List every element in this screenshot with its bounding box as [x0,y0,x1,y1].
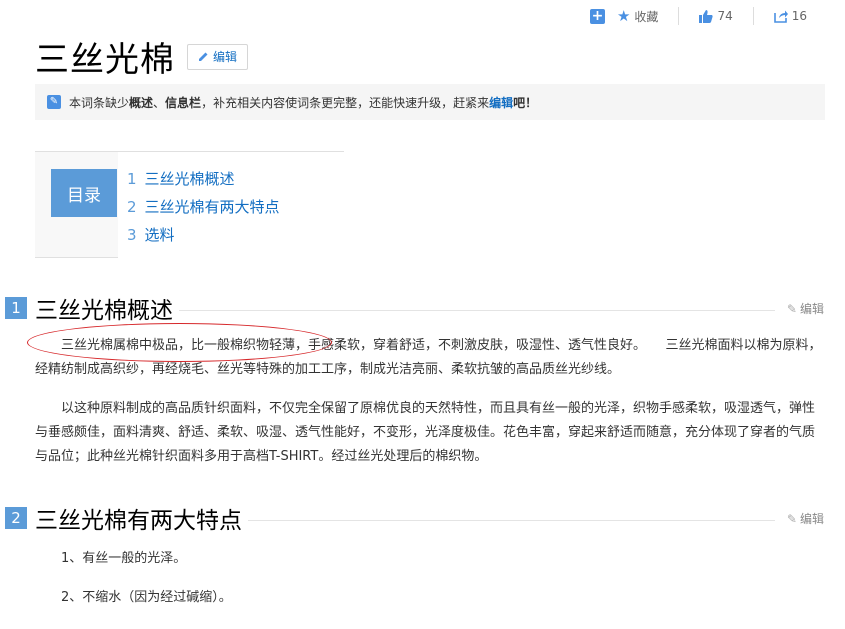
notice-missing-infobox: 信息栏 [165,95,202,110]
section-title: 三丝光棉概述 [35,291,179,325]
toc-item-number: 1 [127,170,137,188]
favorite-button[interactable]: ★ 收藏 [611,7,664,25]
pencil-icon [199,52,208,61]
action-bar: + ★ 收藏 74 16 [584,6,813,26]
section-header-overview: 1 三丝光棉概述 ✎ 编辑 [0,291,845,327]
section-edit-label: 编辑 [799,512,824,526]
pencil-icon: ✎ [786,301,797,316]
section-title: 三丝光棉有两大特点 [35,501,248,535]
notice-prefix: 本词条缺少 [69,95,130,110]
add-button[interactable]: + [584,7,611,24]
plus-icon: + [589,7,605,24]
section-edit-button[interactable]: ✎ 编辑 [780,300,824,317]
list-item: 2、不缩水（因为经过碱缩）。 [61,590,232,605]
edit-button[interactable]: 编辑 [187,43,249,70]
notice-edit-link[interactable]: 编辑 [489,94,513,111]
toc-item[interactable]: 3 选料 [127,226,280,254]
toc-item-label: 选料 [144,226,175,244]
pencil-icon: ✎ [786,511,797,526]
pencil-icon: ✎ [47,95,61,109]
title-row: 三丝光棉 编辑 [35,32,249,81]
notice-bar: ✎ 本词条缺少 概述、信息栏 ，补充相关内容使词条更完整，还能快速升级，赶紧来 编辑吧… [35,84,825,120]
notice-sep: 、 [153,95,166,110]
edit-button-label: 编辑 [213,50,238,64]
toc-item-number: 2 [127,198,137,216]
toc-item-label: 三丝光棉有两大特点 [144,198,280,216]
share-icon [773,10,788,23]
like-count: 74 [717,9,733,23]
notice-suffix: 吧！ [513,95,538,110]
toc-list: 1 三丝光棉概述 2 三丝光棉有两大特点 3 选料 [127,170,280,254]
section-edit-label: 编辑 [799,302,824,316]
divider [678,7,680,25]
divider [752,7,754,25]
thumbs-up-icon [699,10,714,23]
favorite-label: 收藏 [634,9,659,24]
table-of-contents: 目录 1 三丝光棉概述 2 三丝光棉有两大特点 3 选料 [35,151,344,258]
notice-mid: ，补充相关内容使词条更完整，还能快速升级，赶紧来 [201,95,490,110]
section-number: 2 [5,507,27,529]
red-annotation-ellipse [27,323,332,362]
share-button[interactable]: 16 [768,9,813,23]
toc-item[interactable]: 2 三丝光棉有两大特点 [127,198,280,226]
section-edit-button[interactable]: ✎ 编辑 [780,510,824,527]
share-count: 16 [791,9,807,23]
toc-label: 目录 [51,169,117,217]
notice-missing-overview: 概述 [129,95,154,110]
toc-item-label: 三丝光棉概述 [144,170,235,188]
star-icon: ★ [616,7,631,25]
page-title: 三丝光棉 [35,40,175,80]
list-item: 1、有丝一般的光泽。 [61,551,187,566]
section-header-features: 2 三丝光棉有两大特点 ✎ 编辑 [0,501,845,537]
section-number: 1 [5,297,27,319]
toc-item-number: 3 [127,226,137,244]
toc-item[interactable]: 1 三丝光棉概述 [127,170,280,198]
like-button[interactable]: 74 [693,9,738,23]
paragraph: 以这种原料制成的高品质针织面料，不仅完全保留了原棉优良的天然特性，而且具有丝一般… [35,401,816,464]
